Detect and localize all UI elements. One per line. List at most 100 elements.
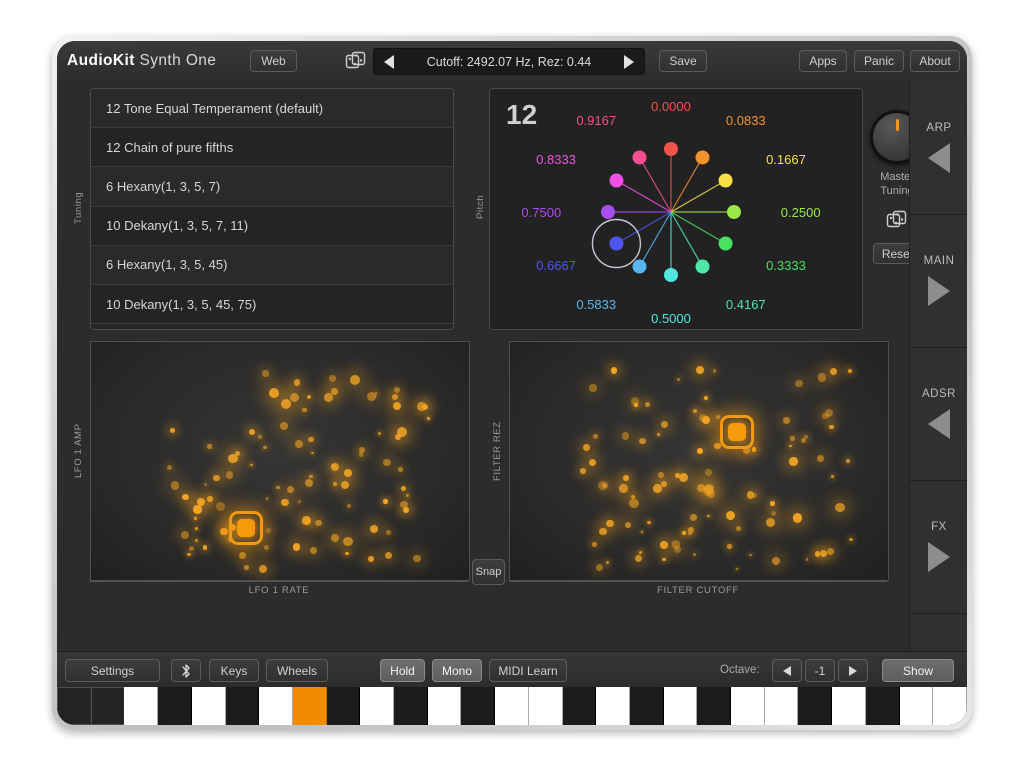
tuning-list[interactable]: 12 Tone Equal Temperament (default) 12 Ch… [91, 89, 453, 325]
triangle-left-icon [384, 54, 394, 69]
pad-particle [248, 429, 255, 436]
piano-key-white[interactable] [191, 687, 226, 725]
pitch-node-dot[interactable] [632, 259, 647, 274]
pitch-node-dot[interactable] [695, 259, 710, 274]
pad-particle [848, 368, 853, 373]
triangle-right-icon [624, 54, 634, 69]
about-button[interactable]: About [910, 50, 960, 72]
pad-particle [704, 396, 709, 401]
web-button[interactable]: Web [250, 50, 297, 72]
piano-key-white[interactable] [899, 687, 934, 725]
filter-xy-pad[interactable] [509, 341, 889, 581]
piano-key-black[interactable] [798, 687, 833, 725]
tuning-list-item[interactable]: 10 Dekany(1, 3, 5, 7, 11) [91, 206, 453, 246]
tuning-list-item[interactable]: 10 Dekany(1, 3, 5, 45, 75) [91, 284, 453, 325]
pad-particle [182, 493, 189, 501]
pad-particle [606, 519, 614, 528]
pitch-node-dot[interactable] [601, 205, 615, 219]
dice-icon[interactable] [886, 210, 908, 231]
pitch-node-dot[interactable] [632, 150, 647, 165]
octave-increment-button[interactable] [838, 659, 868, 682]
save-button[interactable]: Save [659, 50, 707, 72]
triangle-right-icon [928, 276, 950, 306]
piano-key-white[interactable] [731, 687, 765, 725]
pitch-node-dot[interactable] [727, 205, 741, 219]
piano-key-black[interactable] [461, 687, 496, 725]
pitch-wheel-panel[interactable]: 12 0.0000 0.0833 0.1667 0.2500 0.3333 0.4167 0… [489, 88, 863, 330]
keys-button[interactable]: Keys [209, 659, 259, 682]
pad-particle [697, 447, 704, 454]
pad-particle [311, 451, 315, 455]
rail-item-main[interactable]: MAIN [910, 214, 967, 348]
tuning-list-item[interactable]: 6 Hexany(1, 3, 5, 7) [91, 167, 453, 207]
pad-particle [427, 417, 431, 421]
pitch-node-dot[interactable] [718, 173, 733, 188]
piano-key-black[interactable] [865, 687, 900, 725]
pitch-node-dot[interactable] [664, 268, 678, 282]
settings-button[interactable]: Settings [65, 659, 160, 682]
pitch-wheel-graphic[interactable]: 0.0000 0.0833 0.1667 0.2500 0.3333 0.4167 0.50… [490, 89, 862, 329]
rail-item-arp[interactable]: ARP [910, 81, 967, 215]
piano-key-white[interactable] [832, 687, 866, 725]
triangle-right-icon [928, 542, 950, 572]
tuning-list-item[interactable]: 12 Tone Equal Temperament (default) [91, 89, 453, 129]
piano-keyboard[interactable] [57, 687, 967, 725]
piano-key-white[interactable] [360, 687, 395, 725]
piano-key-white[interactable] [259, 687, 293, 725]
piano-key-black[interactable] [225, 687, 260, 725]
piano-key-white[interactable] [764, 687, 799, 725]
piano-key-white[interactable] [427, 687, 462, 725]
xy-pad-handle[interactable] [719, 415, 754, 450]
octave-decrement-button[interactable] [772, 659, 802, 682]
piano-key-white[interactable] [596, 687, 630, 725]
hold-button[interactable]: Hold [380, 659, 425, 682]
midi-learn-button[interactable]: MIDI Learn [489, 659, 567, 682]
piano-key-black[interactable] [697, 687, 732, 725]
pad-particle [166, 464, 172, 471]
tuning-list-item[interactable]: 6 Hexany(1, 3, 5, 45) [91, 245, 453, 285]
piano-key-black[interactable] [158, 687, 192, 725]
snap-button[interactable]: Snap [472, 559, 505, 585]
bluetooth-button[interactable] [171, 659, 201, 682]
pad-particle [580, 468, 586, 475]
pad-particle [698, 413, 708, 423]
rail-item-adsr[interactable]: ADSR [910, 347, 967, 481]
xy-pad-handle[interactable] [228, 510, 263, 545]
piano-key-black[interactable] [562, 687, 597, 725]
preset-selector[interactable]: Cutoff: 2492.07 Hz, Rez: 0.44 [373, 48, 645, 75]
piano-key-white[interactable] [124, 687, 159, 725]
pitch-node-dot[interactable] [718, 236, 733, 251]
pitch-node-dot[interactable] [664, 142, 678, 156]
tuning-list-panel[interactable]: 12 Tone Equal Temperament (default) 12 Ch… [90, 88, 454, 330]
piano-key-white[interactable] [495, 687, 529, 725]
preset-name-label: Cutoff: 2492.07 Hz, Rez: 0.44 [426, 54, 592, 69]
pitch-node-dot[interactable] [695, 150, 710, 165]
tuning-list-item[interactable]: 12 Chain of pure fifths [91, 128, 453, 168]
piano-key-white[interactable] [933, 687, 967, 725]
pad-particle [822, 412, 829, 420]
piano-key-white[interactable] [292, 687, 327, 725]
pad-particle [347, 504, 352, 509]
preset-prev-button[interactable] [374, 49, 404, 74]
pad-particle [413, 554, 422, 563]
piano-key-black[interactable] [629, 687, 664, 725]
octave-value: -1 [805, 659, 835, 682]
piano-key-black[interactable] [326, 687, 361, 725]
pitch-node-dot[interactable] [609, 236, 624, 251]
apps-button[interactable]: Apps [799, 50, 847, 72]
pad-particle [644, 401, 651, 408]
preset-next-button[interactable] [614, 49, 644, 74]
piano-key-white[interactable] [663, 687, 698, 725]
rail-item-fx[interactable]: FX [910, 480, 967, 614]
panic-button[interactable]: Panic [854, 50, 904, 72]
pitch-node-label: 0.0000 [651, 99, 691, 114]
piano-key-white[interactable] [528, 687, 563, 725]
mono-button[interactable]: Mono [432, 659, 482, 682]
lfo-xy-pad[interactable] [90, 341, 470, 581]
show-button[interactable]: Show [882, 659, 954, 682]
wheels-button[interactable]: Wheels [266, 659, 328, 682]
pitch-node-dot[interactable] [609, 173, 624, 188]
piano-key-black[interactable] [394, 687, 428, 725]
pad-particle [588, 458, 597, 467]
dice-icon[interactable] [345, 51, 367, 72]
